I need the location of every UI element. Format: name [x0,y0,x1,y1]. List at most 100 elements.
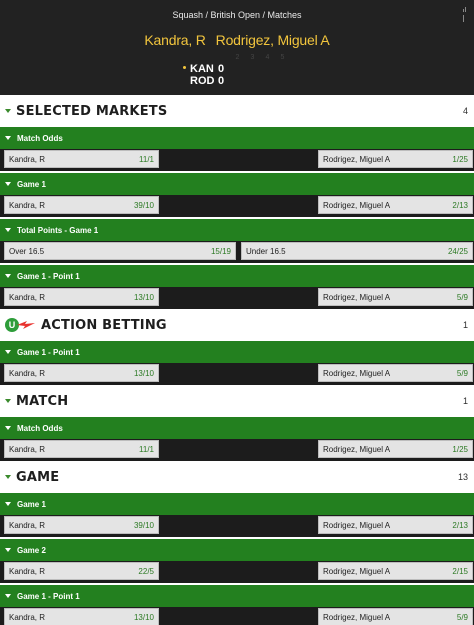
market-header[interactable]: Game 1 - Point 1 [0,585,474,607]
selection-row: Kandra, R 11/1 Rodrigez, Miguel A 1/25 [0,149,474,171]
selection-button[interactable]: Kandra, R 11/1 [4,440,159,458]
selection-odds: 24/25 [447,246,468,256]
player2-name: Rodrigez, Miguel A [215,32,330,48]
market-name: Game 1 [17,179,46,189]
market-header[interactable]: Match Odds [0,417,474,439]
chevron-down-icon [5,548,11,552]
selection-odds: 13/10 [133,612,154,622]
selection-label: Kandra, R [9,200,46,210]
market-header[interactable]: Game 1 - Point 1 [0,341,474,363]
selection-odds: 1/25 [452,154,468,164]
markets-list: SELECTED MARKETS 4 Match Odds Kandra, R … [0,95,474,625]
selection-button[interactable]: Kandra, R 39/10 [4,516,159,534]
selection-label: Rodrigez, Miguel A [323,612,391,622]
selection-button[interactable]: Kandra, R 13/10 [4,608,159,625]
selection-row: Kandra, R 13/10 Rodrigez, Miguel A 5/9 [0,287,474,309]
chevron-down-icon [5,475,11,479]
selection-label: Rodrigez, Miguel A [323,292,391,302]
chevron-down-icon [5,399,11,403]
market-header[interactable]: Game 1 - Point 1 [0,265,474,287]
section-count: 1 [462,396,468,406]
market: Game 1 - Point 1 Kandra, R 13/10 Rodrige… [0,585,474,625]
selection-button[interactable]: Rodrigez, Miguel A 1/25 [318,440,473,458]
selection-button[interactable]: Kandra, R 11/1 [4,150,159,168]
chevron-down-icon [5,136,11,140]
selection-odds: 39/10 [133,520,154,530]
player-abbr: KAN [190,63,214,75]
selection-button[interactable]: Kandra, R 13/10 [4,288,159,306]
section-header-selected[interactable]: SELECTED MARKETS 4 [0,95,474,127]
selection-odds: 5/9 [456,612,468,622]
score-row: KAN 0 [190,63,228,75]
selection-label: Rodrigez, Miguel A [323,200,391,210]
selection-row: Kandra, R 11/1 Rodrigez, Miguel A 1/25 [0,439,474,461]
market-header[interactable]: Match Odds [0,127,474,149]
selection-button[interactable]: Rodrigez, Miguel A 2/13 [318,196,473,214]
selection-button[interactable]: Rodrigez, Miguel A 5/9 [318,288,473,306]
section-count: 13 [457,472,468,482]
market-name: Game 2 [17,545,46,555]
section-title: GAME [16,469,60,485]
set-col: 2 [235,54,240,61]
player-abbr: ROD [190,75,215,87]
selection-odds: 39/10 [133,200,154,210]
chevron-down-icon [5,274,11,278]
match-header: Squash / British Open / Matches Kandra, … [0,0,474,95]
match-title: Kandra, R Rodrigez, Miguel A [0,32,474,48]
selection-button[interactable]: Kandra, R 13/10 [4,364,159,382]
market-header[interactable]: Game 1 [0,493,474,515]
selection-button[interactable]: Rodrigez, Miguel A 2/15 [318,562,473,580]
market-header[interactable]: Game 2 [0,539,474,561]
set-col: 3 [250,54,255,61]
market-header[interactable]: Total Points - Game 1 [0,219,474,241]
brand-logo-icon: U [5,318,35,332]
selection-odds: 5/9 [456,368,468,378]
selection-button[interactable]: Rodrigez, Miguel A 5/9 [318,364,473,382]
selection-button[interactable]: Kandra, R 22/5 [4,562,159,580]
set-col: 4 [265,54,270,61]
market-name: Match Odds [17,423,63,433]
section-title: MATCH [16,393,69,409]
market: Game 1 - Point 1 Kandra, R 13/10 Rodrige… [0,341,474,385]
chevron-down-icon [5,502,11,506]
signal-icon [463,2,468,22]
market: Game 2 Kandra, R 22/5 Rodrigez, Miguel A… [0,539,474,583]
section-header-action[interactable]: U ACTION BETTING 1 [0,309,474,341]
chevron-down-icon [5,109,11,113]
selection-button[interactable]: Over 16.5 15/19 [4,242,236,260]
selection-button[interactable]: Rodrigez, Miguel A 2/13 [318,516,473,534]
selection-odds: 2/15 [452,566,468,576]
section-title: SELECTED MARKETS [16,103,168,119]
section-header-game[interactable]: GAME 13 [0,461,474,493]
player-score: 0 [218,63,225,75]
selection-button[interactable]: Under 16.5 24/25 [241,242,473,260]
section-count: 4 [462,106,468,116]
selection-row: Kandra, R 39/10 Rodrigez, Miguel A 2/13 [0,515,474,537]
selection-label: Rodrigez, Miguel A [323,368,391,378]
selection-odds: 5/9 [456,292,468,302]
selection-label: Kandra, R [9,368,46,378]
market-name: Total Points - Game 1 [17,225,99,235]
selection-button[interactable]: Kandra, R 39/10 [4,196,159,214]
selection-button[interactable]: Rodrigez, Miguel A 5/9 [318,608,473,625]
selection-label: Kandra, R [9,520,46,530]
section-header-match[interactable]: MATCH 1 [0,385,474,417]
selection-row: Over 16.5 15/19 Under 16.5 24/25 [0,241,474,263]
player1-name: Kandra, R [144,32,206,48]
score-row: ROD 0 [190,75,228,87]
selection-button[interactable]: Rodrigez, Miguel A 1/25 [318,150,473,168]
selection-odds: 22/5 [138,566,154,576]
market: Match Odds Kandra, R 11/1 Rodrigez, Migu… [0,417,474,461]
lightning-icon [17,321,35,329]
chevron-down-icon [5,228,11,232]
selection-label: Under 16.5 [246,246,286,256]
selection-label: Kandra, R [9,292,46,302]
breadcrumb[interactable]: Squash / British Open / Matches [0,0,474,20]
selection-odds: 13/10 [133,292,154,302]
selection-label: Rodrigez, Miguel A [323,520,391,530]
market-header[interactable]: Game 1 [0,173,474,195]
selection-odds: 11/1 [139,444,154,454]
selection-label: Kandra, R [9,154,46,164]
player-score: 0 [218,75,225,87]
chevron-down-icon [5,594,11,598]
